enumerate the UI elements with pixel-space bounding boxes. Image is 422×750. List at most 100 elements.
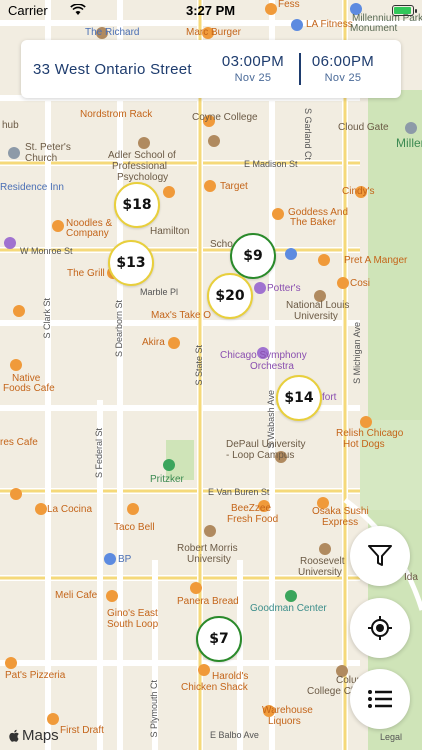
restaurant-icon bbox=[163, 186, 175, 198]
restaurant-icon bbox=[168, 337, 180, 349]
restaurant-icon bbox=[127, 503, 139, 515]
restaurant-icon bbox=[10, 488, 22, 500]
street-label: E Balbo Ave bbox=[210, 730, 259, 740]
list-view-button[interactable] bbox=[350, 669, 410, 729]
map-label: University bbox=[298, 567, 342, 578]
map-label: Hamilton bbox=[150, 226, 190, 237]
carrier-label: Carrier bbox=[8, 3, 48, 18]
search-card[interactable]: 33 West Ontario Street 03:00PM Nov 25 06… bbox=[21, 40, 401, 98]
map-label: Orchestra bbox=[250, 361, 294, 372]
end-time-button[interactable]: 06:00PM Nov 25 bbox=[304, 53, 382, 84]
fitness-icon bbox=[291, 19, 303, 31]
map-label: BP bbox=[118, 554, 132, 565]
map-label: Miller bbox=[396, 136, 422, 150]
map-label: St. Peter's bbox=[25, 142, 71, 153]
price-pin[interactable]: $13 bbox=[108, 240, 154, 286]
shopping-icon bbox=[204, 180, 216, 192]
map-label: Chicago Symphony bbox=[220, 350, 307, 361]
map-label: Harold's bbox=[212, 671, 249, 682]
map-label: Cloud Gate bbox=[338, 122, 389, 133]
map-label: Foods Cafe bbox=[3, 383, 55, 394]
price-pin[interactable]: $18 bbox=[114, 182, 160, 228]
price-pin[interactable]: $7 bbox=[196, 616, 242, 662]
start-time: 03:00PM bbox=[221, 53, 285, 70]
price-pin[interactable]: $9 bbox=[230, 233, 276, 279]
park-icon bbox=[163, 459, 175, 471]
map-label: The Richard bbox=[85, 27, 140, 38]
map-label: Cindy's bbox=[342, 186, 375, 197]
school-icon bbox=[208, 135, 220, 147]
price-pin[interactable]: $14 bbox=[276, 375, 322, 421]
map-label: Company bbox=[66, 228, 109, 239]
street-label: S Clark St bbox=[42, 298, 52, 339]
theater-icon bbox=[254, 282, 266, 294]
start-time-button[interactable]: 03:00PM Nov 25 bbox=[214, 53, 292, 84]
theater-icon bbox=[4, 237, 16, 249]
address-label[interactable]: 33 West Ontario Street bbox=[33, 61, 192, 78]
price-label: $13 bbox=[116, 255, 146, 271]
map-label: Osaka Sushi bbox=[312, 506, 369, 517]
map-label: Marc Burger bbox=[186, 27, 242, 38]
clock: 3:27 PM bbox=[186, 3, 236, 18]
restaurant-icon bbox=[198, 664, 210, 676]
landmark-icon bbox=[405, 122, 417, 134]
map-label: LA Fitness bbox=[306, 19, 353, 30]
map-label: Pritzker bbox=[150, 474, 184, 485]
locate-button[interactable] bbox=[350, 598, 410, 658]
price-label: $9 bbox=[243, 248, 263, 264]
battery-icon bbox=[392, 5, 417, 16]
wifi-icon bbox=[70, 4, 86, 15]
status-bar: Carrier 3:27 PM bbox=[0, 0, 422, 20]
map-label: The Baker bbox=[290, 217, 337, 228]
map-label: Taco Bell bbox=[114, 522, 155, 533]
legal-link[interactable]: Legal bbox=[380, 732, 402, 742]
street-label: E Madison St bbox=[244, 159, 298, 169]
restaurant-icon bbox=[360, 416, 372, 428]
map-label: The Grill bbox=[67, 268, 105, 279]
restaurant-icon bbox=[47, 713, 59, 725]
map-label: Max's Take O bbox=[151, 310, 212, 321]
map-label: University bbox=[187, 554, 231, 565]
restaurant-icon bbox=[337, 277, 349, 289]
map-label: Relish Chicago bbox=[336, 428, 404, 439]
restaurant-icon bbox=[106, 590, 118, 602]
divider bbox=[299, 53, 301, 85]
map-label: First Draft bbox=[60, 725, 104, 736]
maps-attribution[interactable]: Maps bbox=[8, 727, 59, 744]
map-label: Coyne College bbox=[192, 112, 258, 123]
price-label: $14 bbox=[284, 390, 314, 406]
filter-button[interactable] bbox=[350, 526, 410, 586]
map-label: Fresh Food bbox=[227, 514, 279, 525]
map-label: Pret A Manger bbox=[344, 255, 408, 266]
filter-icon bbox=[368, 545, 392, 566]
map-label: Hot Dogs bbox=[343, 439, 385, 450]
price-label: $20 bbox=[215, 288, 245, 304]
map-label: Warehouse bbox=[262, 705, 313, 716]
map-label: Ida bbox=[404, 572, 418, 583]
map-label: Panera Bread bbox=[177, 596, 239, 607]
map-label: Professional bbox=[112, 161, 168, 172]
end-time: 06:00PM bbox=[311, 53, 375, 70]
restaurant-icon bbox=[272, 208, 284, 220]
map-label: Church bbox=[25, 153, 58, 164]
map-label: Liquors bbox=[268, 716, 301, 727]
restaurant-icon bbox=[10, 359, 22, 371]
street-label: S State St bbox=[194, 345, 204, 386]
end-date: Nov 25 bbox=[324, 72, 362, 84]
map-label: res Cafe bbox=[0, 437, 38, 448]
map-label: - Loop Campus bbox=[226, 450, 295, 461]
price-pin[interactable]: $20 bbox=[207, 273, 253, 319]
restaurant-icon bbox=[318, 254, 330, 266]
map-label: Chicken Shack bbox=[181, 682, 248, 693]
map-label: La Cocina bbox=[47, 504, 93, 515]
map-label: Gino's East bbox=[107, 608, 158, 619]
map-label: Nordstrom Rack bbox=[80, 109, 153, 120]
restaurant-icon bbox=[5, 657, 17, 669]
list-icon bbox=[368, 690, 392, 708]
restaurant-icon bbox=[190, 582, 202, 594]
street-label: S Plymouth Ct bbox=[149, 680, 159, 738]
street-label: S Federal St bbox=[94, 428, 104, 479]
start-date: Nov 25 bbox=[234, 72, 272, 84]
map-label: South Loop bbox=[107, 619, 159, 630]
map-label: Scho bbox=[210, 239, 233, 250]
